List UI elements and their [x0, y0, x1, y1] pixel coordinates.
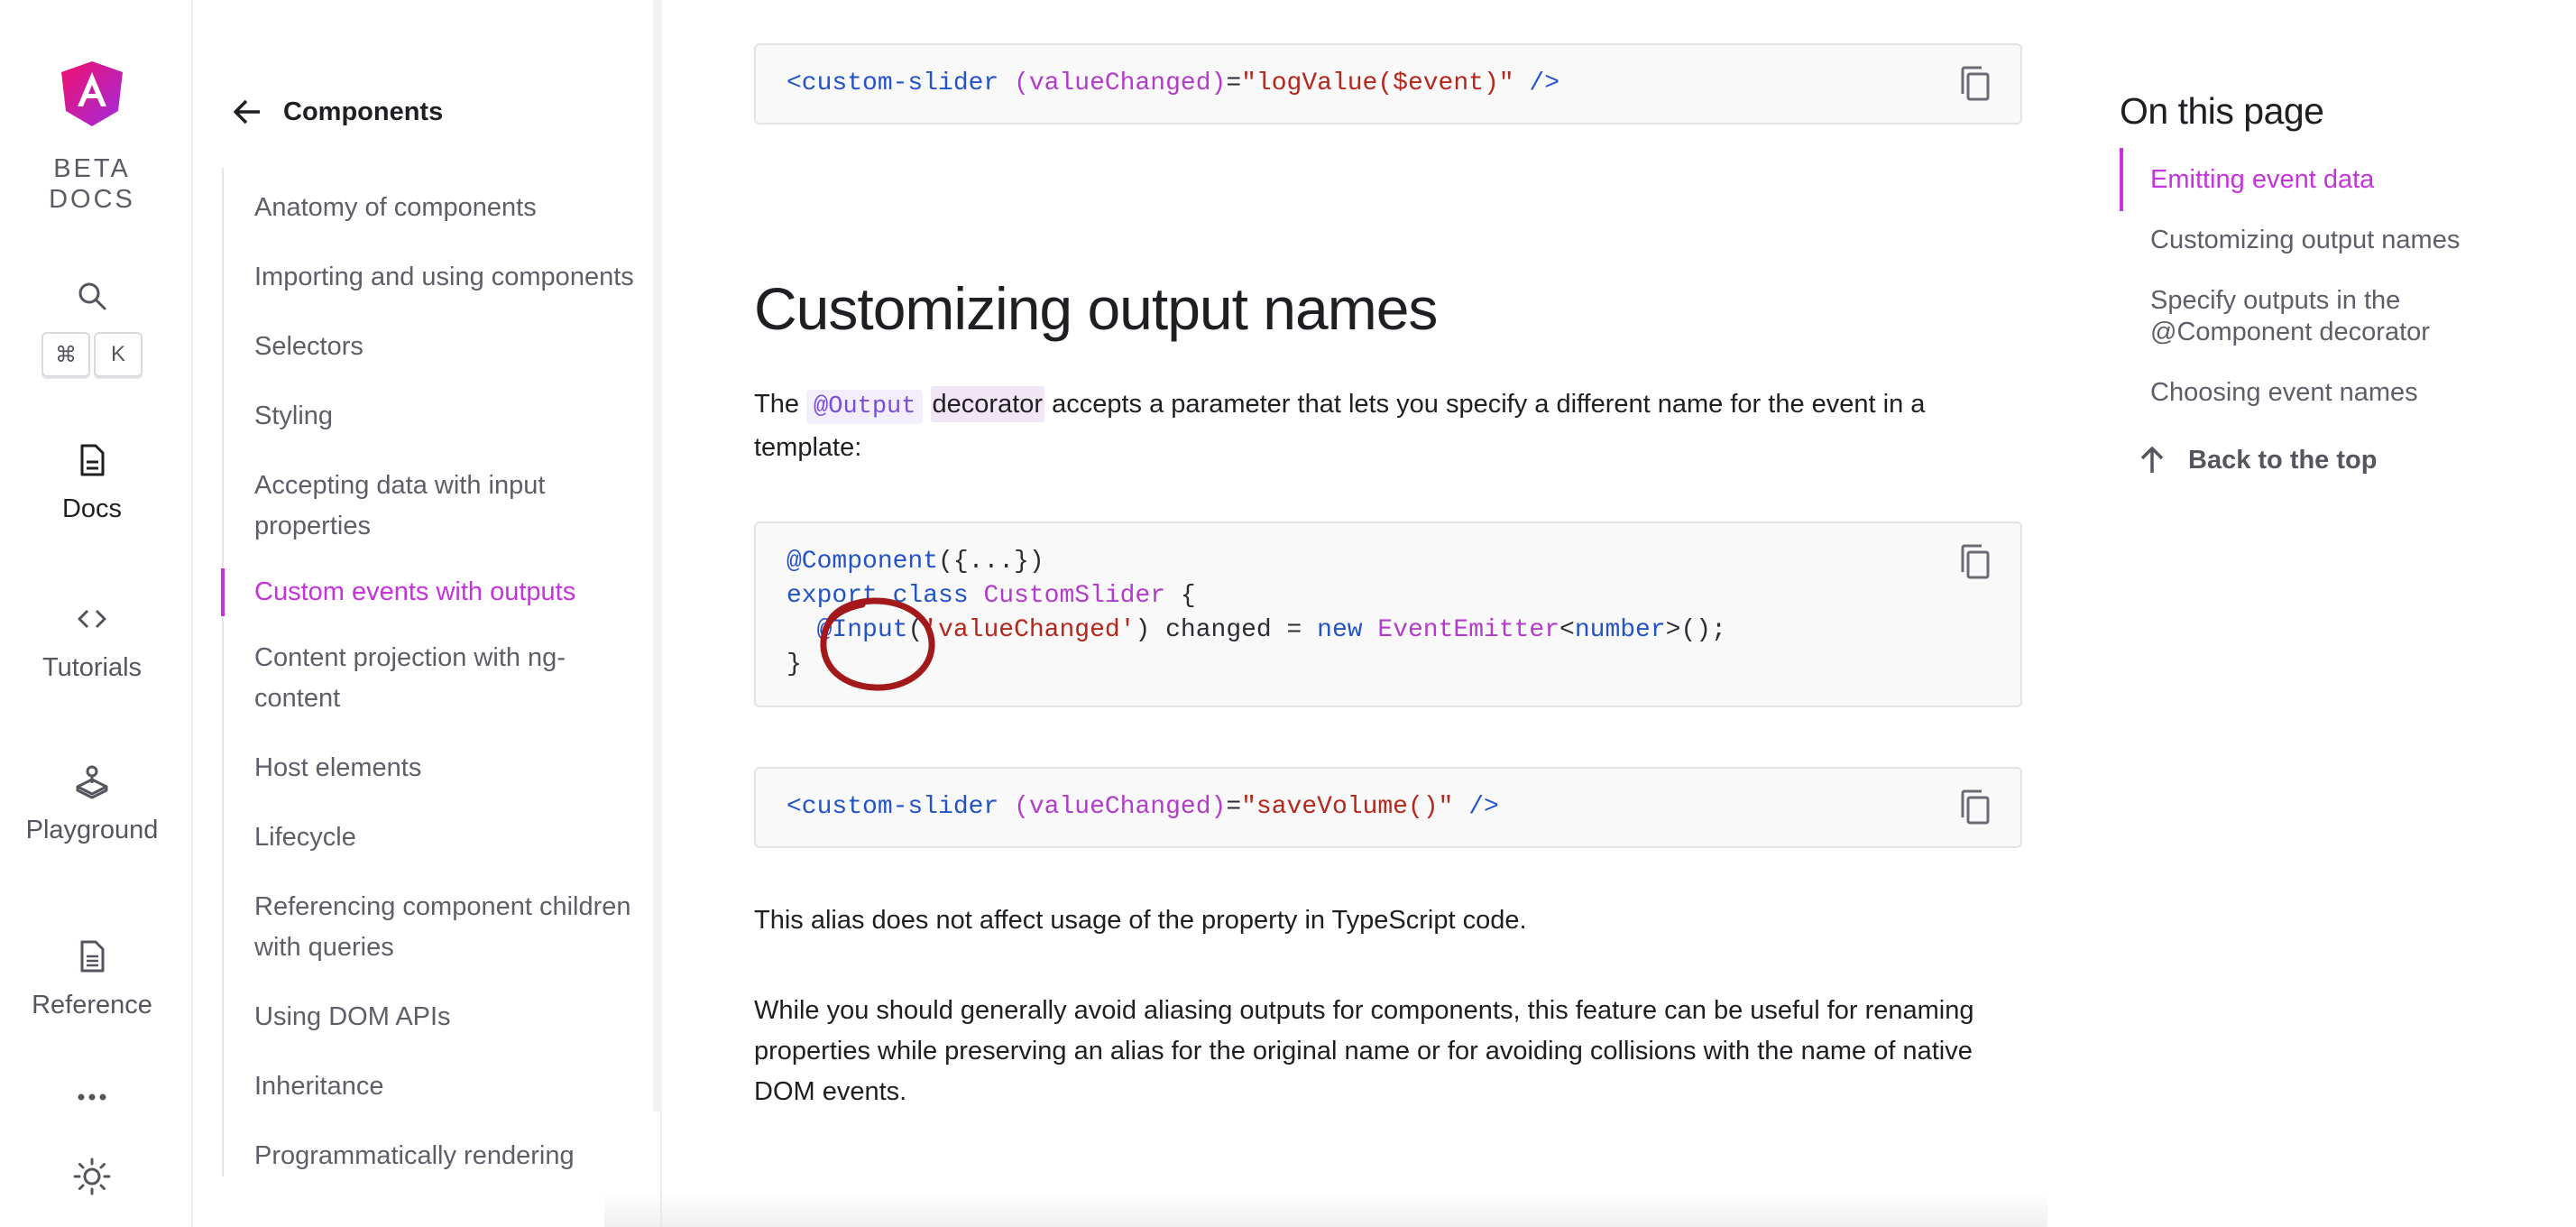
rail-label-reference: Reference [32, 991, 152, 1019]
toc-item-customizing[interactable]: Customizing output names [2120, 225, 2553, 256]
reference-doc-icon [80, 940, 105, 973]
nav-item-inheritance[interactable]: Inheritance [224, 1066, 646, 1107]
arrow-left-icon [234, 99, 260, 125]
intro-paragraph: The @Output decorator accepts a paramete… [754, 384, 2022, 468]
aliasing-advice-paragraph: While you should generally avoid aliasin… [754, 996, 1974, 1106]
code-block-log-value: <custom-slider (valueChanged)="logValue(… [754, 43, 2022, 125]
nav-scrollbar[interactable] [653, 0, 662, 1112]
nav-item-programmatic[interactable]: Programmatically rendering [224, 1136, 646, 1176]
rail-item-playground[interactable]: Playground [0, 763, 184, 845]
nav-item-styling[interactable]: Styling [224, 396, 646, 437]
nav-list: Anatomy of components Importing and usin… [221, 168, 646, 1176]
copy-icon[interactable] [1957, 543, 1993, 583]
code-block-save-volume: <custom-slider (valueChanged)="saveVolum… [754, 767, 2022, 848]
nav-back-button[interactable]: Components [229, 94, 443, 130]
search-icon[interactable] [74, 278, 110, 314]
alias-paragraph: This alias does not affect usage of the … [754, 906, 1527, 935]
rail-item-reference[interactable]: Reference [0, 938, 184, 1020]
more-options-icon[interactable] [74, 1079, 110, 1115]
theme-sun-icon[interactable] [72, 1157, 112, 1196]
rail-label-docs: Docs [61, 494, 123, 523]
highlighted-word: decorator [930, 386, 1045, 422]
angular-logo-icon[interactable] [61, 61, 123, 126]
joystick-icon [76, 765, 108, 799]
nav-item-importing[interactable]: Importing and using components [224, 257, 646, 298]
code-line: } [787, 650, 802, 678]
nav-item-content-projection[interactable]: Content projection with ng-content [224, 638, 646, 719]
back-to-top-label: Back to the top [2188, 445, 2378, 475]
back-to-top-link[interactable]: Back to the top [2136, 444, 2377, 476]
copy-icon[interactable] [1957, 65, 1993, 105]
nav-item-host-elements[interactable]: Host elements [224, 748, 646, 789]
inline-code-output: @Output [806, 390, 924, 424]
toc-title: On this page [2120, 90, 2324, 132]
code-line: <custom-slider (valueChanged)="saveVolum… [787, 793, 1499, 821]
toc-item-specify-outputs[interactable]: Specify outputs in the @Component decora… [2120, 285, 2553, 348]
nav-item-lifecycle[interactable]: Lifecycle [224, 817, 646, 858]
nav-back-label: Components [283, 97, 444, 126]
shortcut-key-k: K [94, 332, 143, 377]
rail-label-playground: Playground [25, 816, 159, 844]
beta-docs-label: BETA DOCS [49, 154, 135, 214]
toc-list: Emitting event data Customizing output n… [2120, 148, 2553, 409]
nav-item-anatomy[interactable]: Anatomy of components [224, 188, 646, 228]
shortcut-key-cmd: ⌘ [41, 332, 90, 377]
code-line: <custom-slider (valueChanged)="logValue(… [787, 69, 1559, 97]
nav-item-dom-apis[interactable]: Using DOM APIs [224, 997, 646, 1038]
nav-item-outputs[interactable]: Custom events with outputs [221, 568, 646, 616]
nav-item-inputs[interactable]: Accepting data with input properties [224, 466, 646, 547]
copy-icon[interactable] [1957, 789, 1993, 828]
code-block-custom-slider: @Component({...}) export class CustomSli… [754, 521, 2022, 707]
toc-item-choosing-names[interactable]: Choosing event names [2120, 377, 2553, 409]
arrow-up-icon [2140, 447, 2164, 473]
nav-item-queries[interactable]: Referencing component children with quer… [224, 887, 646, 968]
rail-item-docs[interactable]: Docs [0, 442, 184, 524]
section-heading: Customizing output names [754, 275, 1438, 342]
document-icon [80, 444, 105, 476]
nav-item-selectors[interactable]: Selectors [224, 327, 646, 367]
rail-item-tutorials[interactable]: Tutorials [0, 601, 184, 683]
rail-label-tutorials: Tutorials [41, 653, 143, 682]
bottom-shadow [604, 1191, 2047, 1227]
code-line: @Input('valueChanged') changed = new Eve… [816, 616, 1726, 644]
code-line: @Component({...}) [787, 548, 1044, 576]
secondary-nav: Components Anatomy of components Importi… [195, 0, 662, 1227]
code-brackets-icon [78, 609, 106, 629]
primary-rail: BETA DOCS ⌘ K Docs Tutorials Playground [0, 0, 193, 1227]
code-line: export class CustomSlider { [787, 582, 1196, 610]
toc-item-emitting[interactable]: Emitting event data [2120, 148, 2553, 211]
